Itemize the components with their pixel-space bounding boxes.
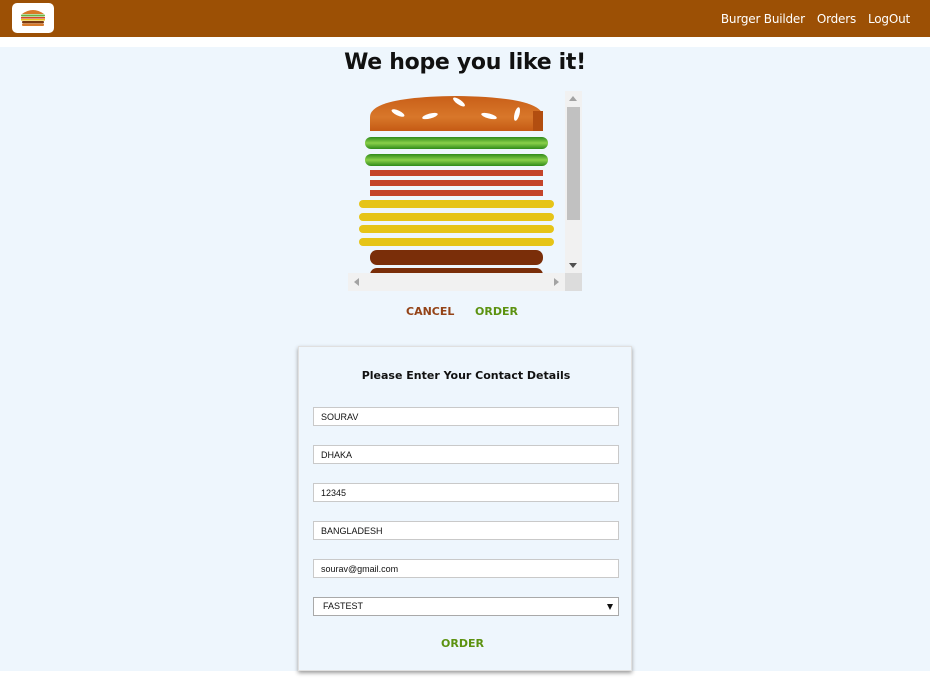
bacon-layer (370, 180, 543, 186)
dropdown-arrow-icon (607, 604, 613, 610)
bread-top (370, 96, 543, 131)
salad-layer (365, 137, 548, 149)
scroll-down-arrow-icon[interactable] (569, 263, 577, 268)
scrollbar-corner (565, 273, 582, 291)
salad-layer (365, 154, 548, 166)
burger-logo-icon (21, 10, 45, 26)
bacon-layer (370, 170, 543, 176)
continue-order-button[interactable]: ORDER (475, 305, 518, 318)
scrollbar-thumb[interactable] (567, 107, 580, 220)
nav-orders[interactable]: Orders (817, 12, 856, 26)
vertical-scrollbar[interactable] (565, 91, 582, 273)
bacon-layer (370, 190, 543, 196)
cheese-layer (359, 225, 554, 233)
scroll-right-arrow-icon[interactable] (554, 278, 559, 286)
burger-illustration (359, 96, 554, 273)
horizontal-scrollbar[interactable] (348, 273, 565, 291)
city-field[interactable] (313, 445, 619, 464)
nav-burger-builder[interactable]: Burger Builder (721, 12, 805, 26)
delivery-method-select[interactable]: FASTEST (313, 597, 619, 616)
cheese-layer (359, 213, 554, 221)
place-order-button[interactable]: ORDER (441, 637, 484, 650)
cheese-layer (359, 238, 554, 246)
scroll-left-arrow-icon[interactable] (354, 278, 359, 286)
toolbar: Burger Builder Orders LogOut (0, 0, 930, 37)
name-field[interactable] (313, 407, 619, 426)
nav-logout[interactable]: LogOut (868, 12, 910, 26)
contact-data-card: Please Enter Your Contact Details FASTES… (298, 346, 632, 671)
country-field[interactable] (313, 521, 619, 540)
burger-preview[interactable] (348, 91, 582, 291)
zipcode-field[interactable] (313, 483, 619, 502)
cheese-layer (359, 200, 554, 208)
burger-viewport (348, 91, 565, 273)
scroll-up-arrow-icon[interactable] (569, 96, 577, 101)
cancel-button[interactable]: CANCEL (406, 305, 454, 318)
meat-layer (370, 250, 543, 265)
contact-title: Please Enter Your Contact Details (361, 369, 571, 382)
burger-logo[interactable] (12, 3, 54, 33)
main-nav: Burger Builder Orders LogOut (721, 0, 910, 37)
delivery-method-value: FASTEST (323, 601, 364, 611)
email-field[interactable] (313, 559, 619, 578)
checkout-title: We hope you like it! (344, 50, 586, 75)
